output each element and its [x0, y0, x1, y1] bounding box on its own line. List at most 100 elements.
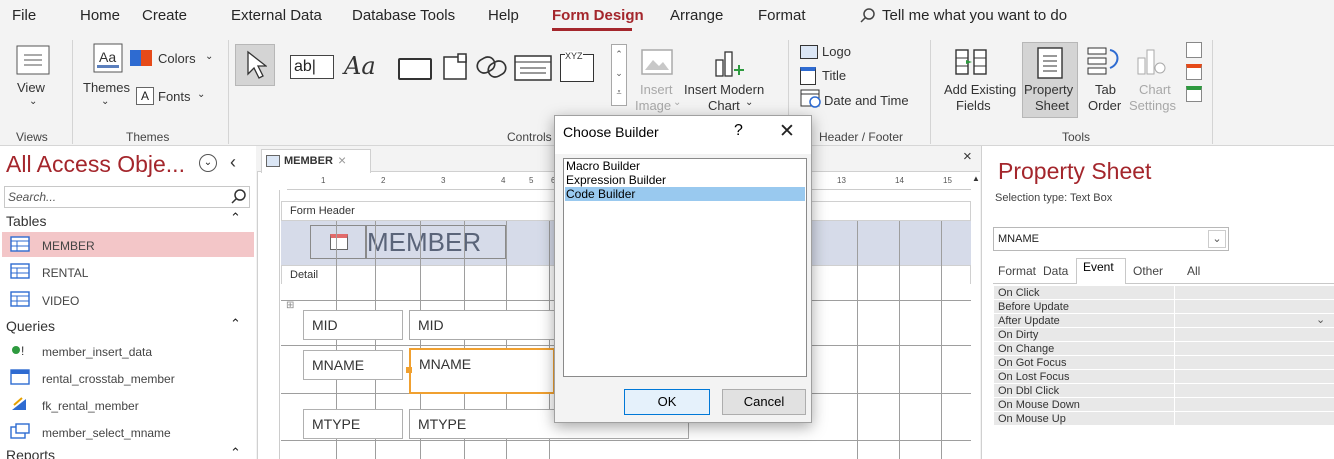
controls-gallery-scroll[interactable]: ⌃ ⌄ ⩡: [611, 44, 627, 106]
tab-order-button[interactable]: Tab: [1095, 82, 1116, 97]
property-row-on-mouse-down[interactable]: On Mouse Down: [994, 398, 1334, 412]
insert-image-dropdown-icon[interactable]: ⌄: [673, 97, 681, 108]
subform-icon[interactable]: [1186, 42, 1202, 58]
collapse-chevron-icon[interactable]: ⌃: [230, 210, 241, 226]
close-document-icon[interactable]: ×: [963, 148, 972, 165]
tab-order-icon[interactable]: [1086, 44, 1122, 78]
property-row-on-got-focus[interactable]: On Got Focus: [994, 356, 1334, 370]
nav-item-member-insert-data[interactable]: member_insert_data: [42, 345, 152, 359]
property-sheet-button[interactable]: Property: [1024, 82, 1073, 97]
nav-group-reports[interactable]: Reports: [6, 447, 55, 459]
option-macro-builder[interactable]: Macro Builder: [565, 159, 805, 173]
logo-button[interactable]: Logo: [822, 44, 851, 59]
view-icon[interactable]: [16, 45, 50, 75]
chart-settings-button[interactable]: Chart: [1139, 82, 1171, 97]
title-button[interactable]: Title: [822, 68, 846, 83]
menu-create[interactable]: Create: [142, 7, 187, 24]
nav-menu-chevron-icon[interactable]: ⌄: [199, 154, 217, 172]
insert-image-icon[interactable]: [640, 46, 674, 80]
nav-item-member-select-mname[interactable]: member_select_mname: [42, 426, 171, 440]
property-row-on-dbl-click[interactable]: On Dbl Click: [994, 384, 1334, 398]
search-icon[interactable]: [230, 188, 248, 206]
layout-selector-icon[interactable]: ⊞: [286, 300, 294, 311]
date-and-time-button[interactable]: Date and Time: [824, 93, 909, 108]
tab-close-icon[interactable]: ×: [338, 152, 346, 168]
text-box-control-icon[interactable]: ab|: [290, 55, 334, 79]
themes-button[interactable]: Themes: [83, 80, 130, 95]
mid-textbox[interactable]: MID: [409, 310, 555, 340]
menu-form-design[interactable]: Form Design: [552, 7, 644, 24]
view-code-icon[interactable]: [1186, 64, 1202, 80]
title-icon[interactable]: [800, 67, 816, 85]
tell-me-search[interactable]: Tell me what you want to do: [882, 7, 1067, 24]
view-dropdown-icon[interactable]: ⌄: [29, 96, 37, 107]
chart-settings-icon[interactable]: [1134, 44, 1168, 78]
chart-dropdown-icon[interactable]: ⌄: [745, 97, 753, 108]
nav-search-input[interactable]: Search...: [4, 186, 250, 208]
nav-item-member[interactable]: MEMBER: [42, 239, 95, 253]
selected-control-dropdown[interactable]: MNAME ⌄: [993, 227, 1229, 251]
collapse-chevron-icon[interactable]: ⌃: [230, 445, 241, 459]
menu-help[interactable]: Help: [488, 7, 519, 24]
close-icon[interactable]: ✕: [779, 120, 795, 143]
property-row-on-click[interactable]: On Click: [994, 286, 1334, 300]
row-dropdown-chevron-icon[interactable]: ⌄: [1316, 313, 1325, 326]
collapse-chevron-icon[interactable]: ⌃: [230, 316, 241, 332]
document-tab-member[interactable]: MEMBER ×: [261, 149, 371, 173]
cancel-button[interactable]: Cancel: [722, 389, 806, 415]
insert-modern-chart-icon[interactable]: [712, 46, 746, 80]
property-row-on-dirty[interactable]: On Dirty: [994, 328, 1334, 342]
insert-modern-chart-button[interactable]: Insert Modern: [684, 82, 764, 97]
mtype-label[interactable]: MTYPE: [303, 409, 403, 439]
fonts-icon[interactable]: A: [136, 87, 154, 105]
tab-all[interactable]: All: [1187, 264, 1200, 278]
property-sheet-icon[interactable]: [1034, 46, 1066, 80]
nav-item-rental[interactable]: RENTAL: [42, 266, 88, 280]
property-row-on-mouse-up[interactable]: On Mouse Up: [994, 412, 1334, 426]
add-existing-fields-icon[interactable]: [954, 46, 988, 78]
menu-arrange[interactable]: Arrange: [670, 7, 723, 24]
mname-textbox[interactable]: MNAME: [409, 348, 555, 394]
property-row-on-lost-focus[interactable]: On Lost Focus: [994, 370, 1334, 384]
nav-collapse-icon[interactable]: ‹: [230, 152, 236, 173]
tab-other[interactable]: Other: [1133, 264, 1163, 278]
convert-macros-icon[interactable]: [1186, 86, 1202, 102]
themes-icon[interactable]: Aa: [93, 43, 123, 73]
label-control-icon[interactable]: Aa: [344, 52, 376, 80]
logo-icon[interactable]: [800, 45, 818, 59]
insert-image-button[interactable]: Insert: [640, 82, 673, 97]
add-existing-fields-button[interactable]: Add Existing: [944, 82, 1016, 97]
property-row-before-update[interactable]: Before Update: [994, 300, 1334, 314]
nav-item-fk-rental-member[interactable]: fk_rental_member: [42, 399, 139, 413]
property-row-after-update[interactable]: After Update ⌄: [994, 314, 1334, 328]
nav-item-video[interactable]: VIDEO: [42, 294, 79, 308]
date-time-icon[interactable]: [800, 88, 822, 108]
menu-file[interactable]: File: [12, 7, 36, 24]
menu-home[interactable]: Home: [80, 7, 120, 24]
nav-group-tables[interactable]: Tables: [6, 213, 46, 229]
property-row-on-change[interactable]: On Change: [994, 342, 1334, 356]
tab-event[interactable]: Event: [1083, 260, 1114, 274]
move-handle[interactable]: [406, 367, 412, 373]
menu-format[interactable]: Format: [758, 7, 806, 24]
option-expression-builder[interactable]: Expression Builder: [565, 173, 805, 187]
help-icon[interactable]: ?: [734, 122, 743, 140]
option-group-icon[interactable]: XYZ: [560, 51, 594, 82]
nav-group-queries[interactable]: Queries: [6, 318, 55, 334]
colors-dropdown-icon[interactable]: ⌄: [205, 51, 213, 62]
button-control-icon[interactable]: [398, 58, 432, 80]
pointer-icon[interactable]: [245, 50, 267, 80]
web-browser-control-icon[interactable]: [514, 55, 552, 81]
menu-external-data[interactable]: External Data: [231, 7, 322, 24]
colors-icon[interactable]: [130, 50, 152, 66]
tab-data[interactable]: Data: [1043, 264, 1068, 278]
hyperlink-icon[interactable]: [472, 52, 512, 82]
dropdown-chevron-icon[interactable]: ⌄: [1208, 230, 1226, 248]
nav-pane-title[interactable]: All Access Obje...: [6, 151, 185, 178]
ok-button[interactable]: OK: [624, 389, 710, 415]
mname-label[interactable]: MNAME: [303, 350, 403, 380]
lightbulb-search-icon[interactable]: [858, 6, 878, 26]
nav-item-rental-crosstab-member[interactable]: rental_crosstab_member: [42, 372, 175, 386]
mid-label[interactable]: MID: [303, 310, 403, 340]
themes-dropdown-icon[interactable]: ⌄: [101, 96, 109, 107]
